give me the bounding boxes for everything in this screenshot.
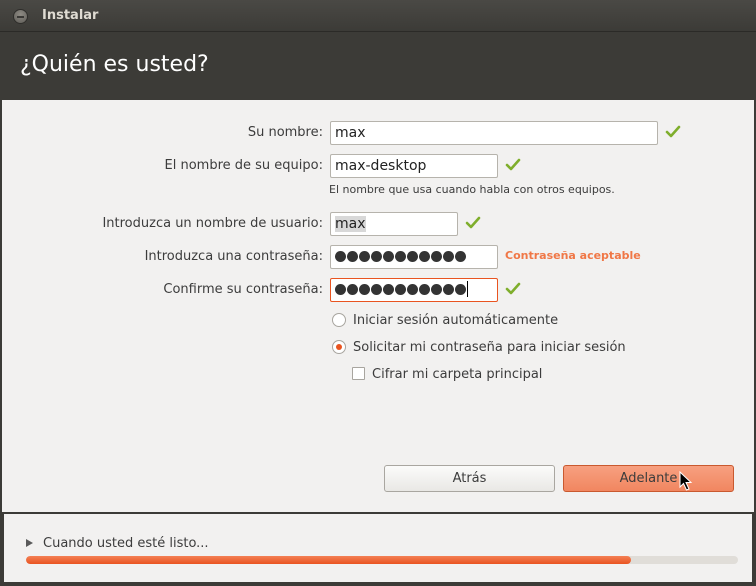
- password-dot: [371, 283, 382, 295]
- auto-login-radio[interactable]: [332, 312, 346, 327]
- computer-name-input[interactable]: max-desktop: [330, 154, 498, 178]
- install-progress-bar: [26, 556, 738, 564]
- name-input[interactable]: max: [330, 121, 658, 145]
- password-dot: [431, 283, 442, 295]
- password-dot: [335, 250, 346, 262]
- user-form: Su nombre: max El nombre de su equipo: m…: [2, 100, 754, 512]
- computer-name-hint: El nombre que usa cuando habla con otros…: [329, 183, 615, 196]
- password-dot: [407, 250, 418, 262]
- confirm-password-input[interactable]: [330, 278, 498, 302]
- confirm-password-label: Confirme su contraseña:: [163, 282, 323, 297]
- name-label: Su nombre:: [247, 125, 323, 140]
- require-password-radio[interactable]: [332, 339, 346, 354]
- require-password-option[interactable]: Solicitar mi contraseña para iniciar ses…: [332, 339, 626, 355]
- password-input[interactable]: [330, 245, 498, 269]
- encrypt-home-option[interactable]: Cifrar mi carpeta principal: [352, 367, 542, 382]
- computer-name-valid-check-icon: [505, 158, 521, 171]
- password-dot: [419, 283, 430, 295]
- title-bar: Instalar: [0, 0, 756, 32]
- text-caret: [467, 281, 468, 297]
- password-dot: [347, 250, 358, 262]
- password-dot: [347, 283, 358, 295]
- ready-status-text[interactable]: Cuando usted esté listo...: [43, 536, 209, 551]
- expander-arrow-icon[interactable]: [26, 539, 33, 547]
- password-dot: [455, 283, 466, 295]
- encrypt-home-label: Cifrar mi carpeta principal: [372, 367, 543, 382]
- password-dot: [395, 283, 406, 295]
- password-dot: [455, 250, 466, 262]
- back-button[interactable]: Atrás: [384, 465, 555, 492]
- status-footer: Cuando usted esté listo...: [0, 512, 756, 586]
- footer-panel: Cuando usted esté listo...: [4, 514, 752, 582]
- password-dot: [371, 250, 382, 262]
- mouse-pointer-icon: [679, 471, 693, 491]
- password-strength-label: Contraseña aceptable: [505, 249, 641, 262]
- username-valid-check-icon: [465, 216, 481, 229]
- computer-name-label: El nombre de su equipo:: [164, 158, 323, 173]
- password-label: Introduzca una contraseña:: [144, 249, 323, 264]
- password-dot: [443, 283, 454, 295]
- confirm-password-valid-check-icon: [505, 282, 521, 295]
- close-window-icon[interactable]: [13, 9, 28, 24]
- username-label: Introduzca un nombre de usuario:: [102, 216, 323, 231]
- page-header: ¿Quién es usted?: [0, 32, 756, 100]
- page-title: ¿Quién es usted?: [20, 52, 209, 77]
- next-button[interactable]: Adelante: [563, 465, 734, 492]
- password-dot: [359, 250, 370, 262]
- confirm-password-mask: [335, 282, 467, 298]
- require-password-label: Solicitar mi contraseña para iniciar ses…: [353, 340, 626, 355]
- install-progress-fill: [26, 556, 632, 564]
- username-input[interactable]: max: [330, 212, 458, 236]
- password-dot: [359, 283, 370, 295]
- password-dot: [383, 250, 394, 262]
- encrypt-home-checkbox[interactable]: [352, 367, 365, 380]
- name-valid-check-icon: [665, 125, 681, 138]
- password-dot: [395, 250, 406, 262]
- auto-login-option[interactable]: Iniciar sesión automáticamente: [332, 312, 559, 328]
- password-dot: [419, 250, 430, 262]
- username-value: max: [335, 216, 366, 232]
- window-title: Instalar: [42, 8, 99, 23]
- password-mask: [335, 249, 467, 265]
- password-dot: [407, 283, 418, 295]
- password-dot: [335, 283, 346, 295]
- password-dot: [383, 283, 394, 295]
- password-dot: [431, 250, 442, 262]
- auto-login-label: Iniciar sesión automáticamente: [353, 313, 559, 328]
- password-dot: [443, 250, 454, 262]
